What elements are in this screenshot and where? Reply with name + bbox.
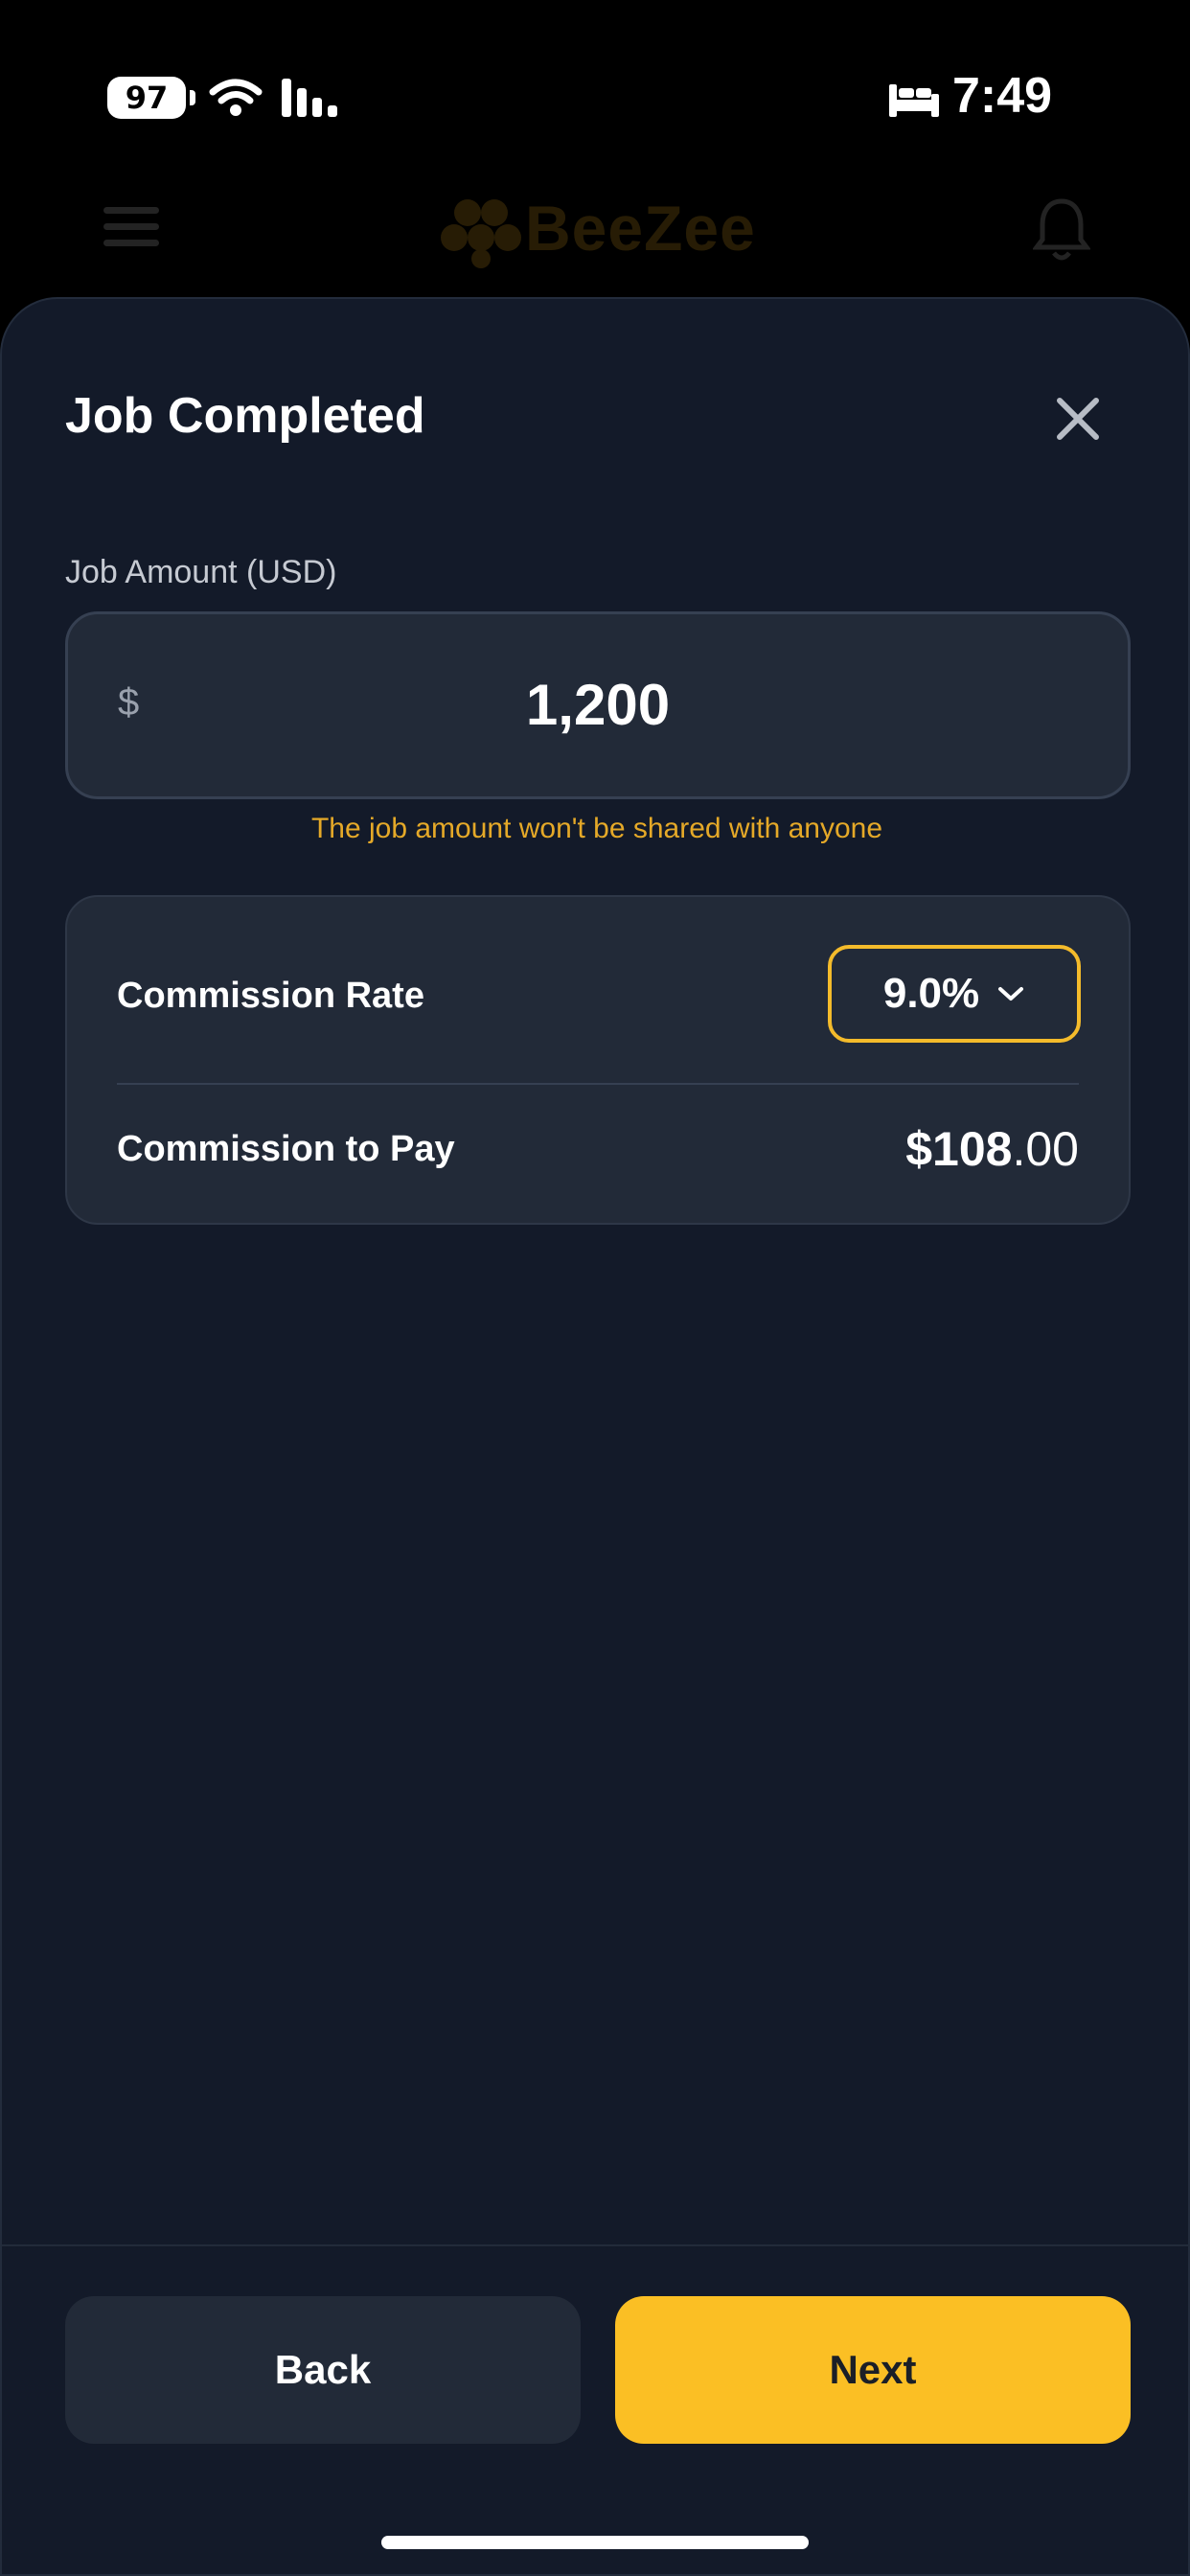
commission-card: Commission Rate 9.0% Commission to Pay $… bbox=[65, 895, 1131, 1225]
commission-to-pay-value: $108.00 bbox=[905, 1121, 1079, 1177]
commission-amount-main: $108 bbox=[905, 1122, 1013, 1176]
brand-name: BeeZee bbox=[525, 193, 756, 264]
bed-icon bbox=[889, 84, 939, 117]
next-button[interactable]: Next bbox=[615, 2296, 1131, 2444]
footer-divider bbox=[2, 2244, 1190, 2246]
home-indicator[interactable] bbox=[381, 2536, 809, 2549]
back-button[interactable]: Back bbox=[65, 2296, 581, 2444]
wifi-icon bbox=[209, 79, 263, 116]
sheet-title: Job Completed bbox=[65, 388, 425, 444]
logo-icon bbox=[441, 199, 521, 268]
close-icon[interactable] bbox=[1050, 391, 1106, 447]
bell-icon bbox=[1033, 198, 1090, 261]
privacy-note: The job amount won't be shared with anyo… bbox=[310, 813, 883, 844]
status-bar: 97 7:49 bbox=[0, 0, 1190, 182]
job-completed-sheet: Job Completed Job Amount (USD) $ 1,200 T… bbox=[0, 297, 1190, 2576]
screen: 97 7:49 BeeZee Job Completed Job Amount … bbox=[0, 0, 1190, 2576]
commission-to-pay-label: Commission to Pay bbox=[117, 1129, 455, 1169]
card-divider bbox=[117, 1083, 1079, 1085]
commission-rate-label: Commission Rate bbox=[117, 976, 424, 1016]
job-amount-value: 1,200 bbox=[525, 673, 671, 737]
commission-rate-value: 9.0% bbox=[882, 970, 980, 1017]
app-header: BeeZee bbox=[0, 182, 1190, 307]
signal-icon bbox=[282, 79, 337, 117]
chevron-down-icon bbox=[998, 987, 1024, 1000]
commission-amount-cents: .00 bbox=[1012, 1122, 1079, 1176]
battery-icon: 97 bbox=[107, 77, 195, 119]
battery-level: 97 bbox=[125, 80, 169, 116]
commission-rate-dropdown[interactable]: 9.0% bbox=[828, 945, 1081, 1043]
job-amount-input[interactable]: $ 1,200 bbox=[65, 611, 1131, 799]
menu-icon bbox=[103, 207, 159, 247]
job-amount-label: Job Amount (USD) bbox=[65, 554, 337, 590]
clock: 7:49 bbox=[952, 68, 1053, 124]
